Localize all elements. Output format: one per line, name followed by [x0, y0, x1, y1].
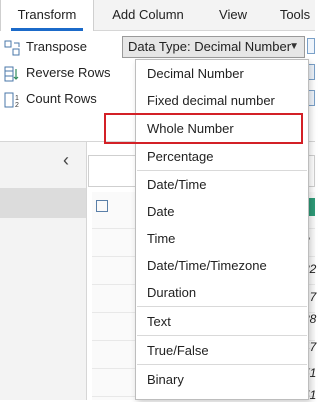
- menu-item-date-time-timezone[interactable]: Date/Time/Timezone: [137, 254, 307, 278]
- tab-view-label: View: [219, 7, 247, 22]
- menu-separator: [137, 364, 307, 365]
- svg-text:1: 1: [15, 95, 19, 102]
- queries-pane: ‹: [0, 142, 87, 400]
- tab-tools[interactable]: Tools: [270, 0, 320, 30]
- menu-item-fixed-decimal-number[interactable]: Fixed decimal number: [137, 89, 307, 113]
- transpose-button[interactable]: Transpose: [4, 37, 87, 57]
- menu-item-binary[interactable]: Binary: [137, 368, 307, 392]
- reverse-rows-icon: [4, 66, 19, 82]
- menu-item-percentage[interactable]: Percentage: [137, 145, 307, 169]
- tab-add-column[interactable]: Add Column: [100, 0, 196, 30]
- data-type-menu: Decimal Number Fixed decimal number Whol…: [135, 59, 309, 400]
- tab-tools-label: Tools: [279, 7, 311, 22]
- menu-item-text[interactable]: Text: [137, 310, 307, 334]
- menu-item-duration[interactable]: Duration: [137, 281, 307, 305]
- ribbon-tabs: Transform Add Column View Tools: [0, 0, 315, 31]
- table-icon[interactable]: [96, 200, 108, 212]
- menu-item-date-time[interactable]: Date/Time: [137, 173, 307, 197]
- chevron-down-icon: ▼: [289, 41, 299, 52]
- reverse-rows-label: Reverse Rows: [26, 65, 111, 80]
- menu-item-decimal-number[interactable]: Decimal Number: [137, 62, 307, 86]
- menu-separator: [137, 335, 307, 336]
- menu-item-time[interactable]: Time: [137, 227, 307, 251]
- menu-separator: [137, 306, 307, 307]
- tab-add-column-label: Add Column: [112, 7, 184, 22]
- menu-item-date[interactable]: Date: [137, 200, 307, 224]
- tab-transform-label: Transform: [17, 7, 77, 22]
- selected-query-row[interactable]: [0, 188, 86, 218]
- tab-transform[interactable]: Transform: [0, 0, 94, 31]
- count-rows-label: Count Rows: [26, 91, 97, 106]
- ribbon-overflow-button-1[interactable]: [307, 38, 315, 54]
- menu-item-true-false[interactable]: True/False: [137, 339, 307, 363]
- transpose-icon: [4, 40, 20, 56]
- reverse-rows-button[interactable]: Reverse Rows: [4, 63, 111, 83]
- data-type-label: Data Type: Decimal Number: [128, 39, 292, 54]
- transpose-label: Transpose: [26, 39, 87, 54]
- tab-view[interactable]: View: [208, 0, 258, 30]
- count-rows-button[interactable]: 1 2 Count Rows: [4, 89, 97, 109]
- svg-text:2: 2: [15, 102, 19, 108]
- data-type-dropdown[interactable]: Data Type: Decimal Number ▼: [122, 36, 305, 58]
- count-rows-icon: 1 2: [4, 92, 19, 108]
- menu-separator: [137, 170, 307, 171]
- collapse-pane-icon[interactable]: ‹: [63, 150, 69, 171]
- highlight-box-whole-number: [104, 113, 303, 144]
